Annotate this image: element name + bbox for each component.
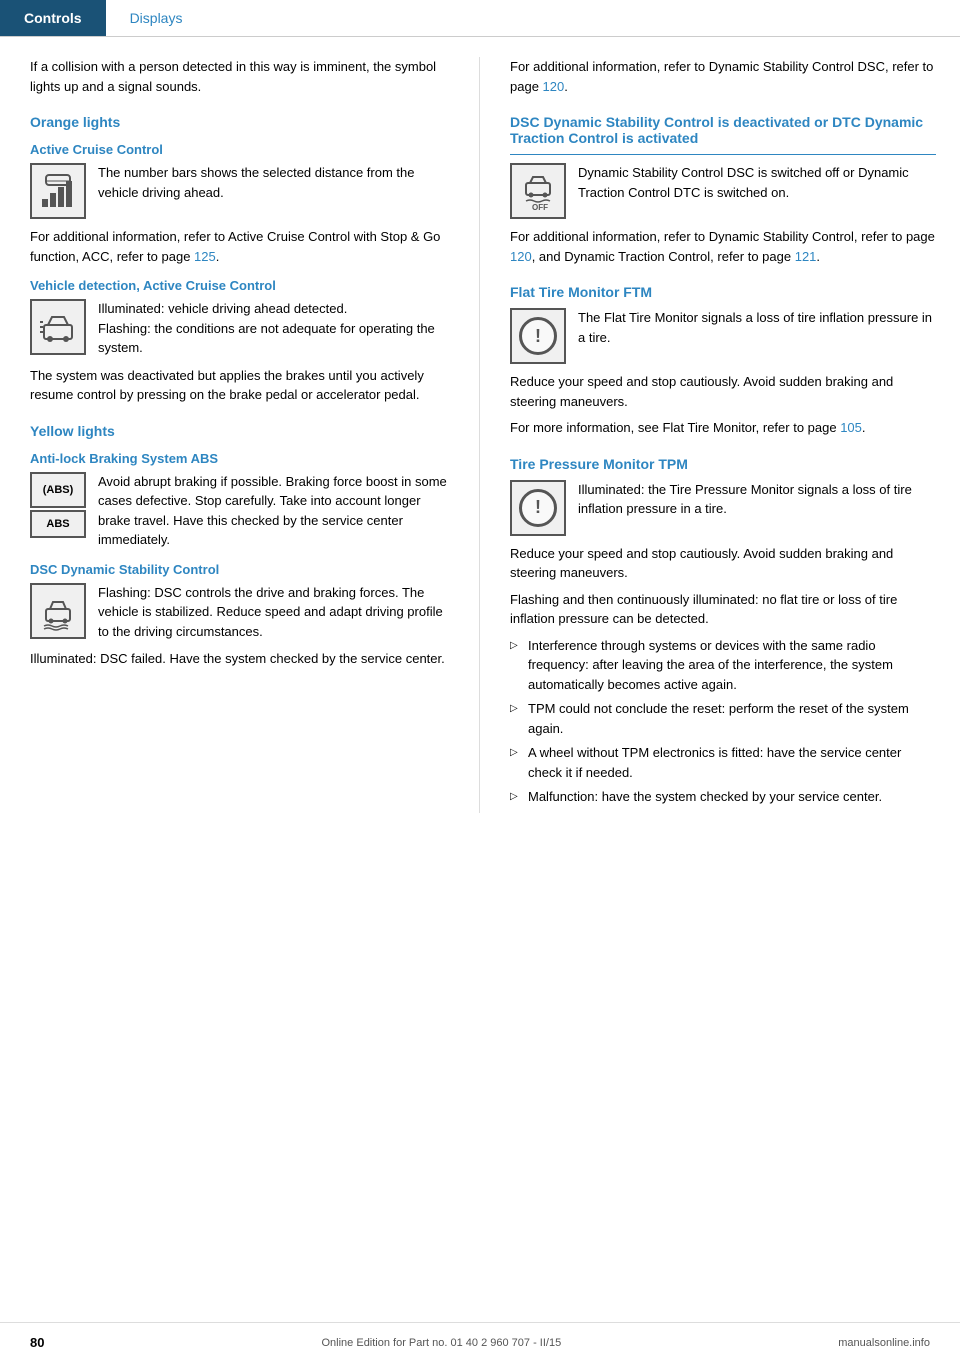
footer: 80 Online Edition for Part no. 01 40 2 9… [0, 1322, 960, 1362]
dsc-stability-text: Flashing: DSC controls the drive and bra… [98, 583, 455, 642]
intro-text: If a collision with a person detected in… [30, 57, 455, 96]
tire-pressure-icon: ! [510, 480, 566, 536]
tab-controls[interactable]: Controls [0, 0, 106, 36]
bullet-item: Malfunction: have the system checked by … [510, 787, 936, 807]
right-intro-link[interactable]: 120 [543, 79, 565, 94]
yellow-lights-heading: Yellow lights [30, 423, 455, 439]
dsc-off-icon: OFF [510, 163, 566, 219]
vehicle-detection-icon [30, 299, 86, 355]
abs-block: (ABS) ABS Avoid abrupt braking if possib… [30, 472, 455, 550]
footer-right-text: manualsonline.info [838, 1337, 930, 1349]
dsc-stability-block: Flashing: DSC controls the drive and bra… [30, 583, 455, 642]
active-cruise-note: For additional information, refer to Act… [30, 227, 455, 266]
dsc-link2[interactable]: 121 [795, 249, 817, 264]
header-tabs: Controls Displays [0, 0, 960, 37]
vehicle-detection-block: Illuminated: vehicle driving ahead detec… [30, 299, 455, 358]
vehicle-detection-heading: Vehicle detection, Active Cruise Control [30, 278, 455, 293]
flat-tire-block: ! The Flat Tire Monitor signals a loss o… [510, 308, 936, 364]
tire-pressure-bullets: Interference through systems or devices … [510, 636, 936, 807]
active-cruise-link[interactable]: 125 [194, 249, 216, 264]
acc-icon [30, 163, 86, 219]
main-content: If a collision with a person detected in… [0, 37, 960, 873]
vehicle-svg [38, 307, 78, 347]
tire-pressure-note2: Flashing and then continuously illuminat… [510, 590, 936, 629]
dsc-deactivated-heading: DSC Dynamic Stability Control is deactiv… [510, 114, 936, 146]
abs-text: Avoid abrupt braking if possible. Brakin… [98, 472, 455, 550]
dsc-deactivated-block: OFF Dynamic Stability Control DSC is swi… [510, 163, 936, 219]
abs-icon-stacked: (ABS) ABS [30, 472, 86, 538]
right-intro: For additional information, refer to Dyn… [510, 57, 936, 96]
active-cruise-text: The number bars shows the selected dista… [98, 163, 455, 202]
flat-tire-note1: Reduce your speed and stop cautiously. A… [510, 372, 936, 411]
flat-tire-exclaim: ! [519, 317, 557, 355]
dsc-stability-svg [38, 591, 78, 631]
tire-pressure-heading: Tire Pressure Monitor TPM [510, 456, 936, 472]
tire-pressure-exclaim: ! [519, 489, 557, 527]
flat-tire-note2: For more information, see Flat Tire Moni… [510, 418, 936, 438]
tire-pressure-text: Illuminated: the Tire Pressure Monitor s… [578, 480, 936, 519]
left-column: If a collision with a person detected in… [0, 57, 480, 813]
bullet-item: TPM could not conclude the reset: perfor… [510, 699, 936, 738]
right-column: For additional information, refer to Dyn… [480, 57, 960, 813]
abs-heading: Anti-lock Braking System ABS [30, 451, 455, 466]
flat-tire-link[interactable]: 105 [840, 420, 862, 435]
dsc-stability-icon [30, 583, 86, 639]
active-cruise-heading: Active Cruise Control [30, 142, 455, 157]
svg-text:OFF: OFF [532, 203, 548, 211]
abs-icon-bottom: ABS [30, 510, 86, 538]
tab-displays[interactable]: Displays [106, 0, 207, 36]
bullet-item: A wheel without TPM electronics is fitte… [510, 743, 936, 782]
dsc-stability-heading: DSC Dynamic Stability Control [30, 562, 455, 577]
blue-divider [510, 154, 936, 155]
vehicle-detection-note: The system was deactivated but applies t… [30, 366, 455, 405]
dsc-link1[interactable]: 120 [510, 249, 532, 264]
dsc-deactivated-note: For additional information, refer to Dyn… [510, 227, 936, 266]
vehicle-detection-text: Illuminated: vehicle driving ahead detec… [98, 299, 455, 358]
dsc-illuminated-text: Illuminated: DSC failed. Have the system… [30, 649, 455, 669]
flat-tire-text: The Flat Tire Monitor signals a loss of … [578, 308, 936, 347]
tire-pressure-block: ! Illuminated: the Tire Pressure Monitor… [510, 480, 936, 536]
acc-svg [38, 171, 78, 211]
bullet-item: Interference through systems or devices … [510, 636, 936, 695]
active-cruise-block: The number bars shows the selected dista… [30, 163, 455, 219]
footer-center-text: Online Edition for Part no. 01 40 2 960 … [322, 1337, 562, 1349]
tire-pressure-note1: Reduce your speed and stop cautiously. A… [510, 544, 936, 583]
abs-icon-top: (ABS) [30, 472, 86, 508]
orange-lights-heading: Orange lights [30, 114, 455, 130]
page-number: 80 [30, 1335, 44, 1350]
dsc-off-svg: OFF [518, 171, 558, 211]
flat-tire-icon: ! [510, 308, 566, 364]
flat-tire-heading: Flat Tire Monitor FTM [510, 284, 936, 300]
dsc-off-text: Dynamic Stability Control DSC is switche… [578, 163, 936, 202]
